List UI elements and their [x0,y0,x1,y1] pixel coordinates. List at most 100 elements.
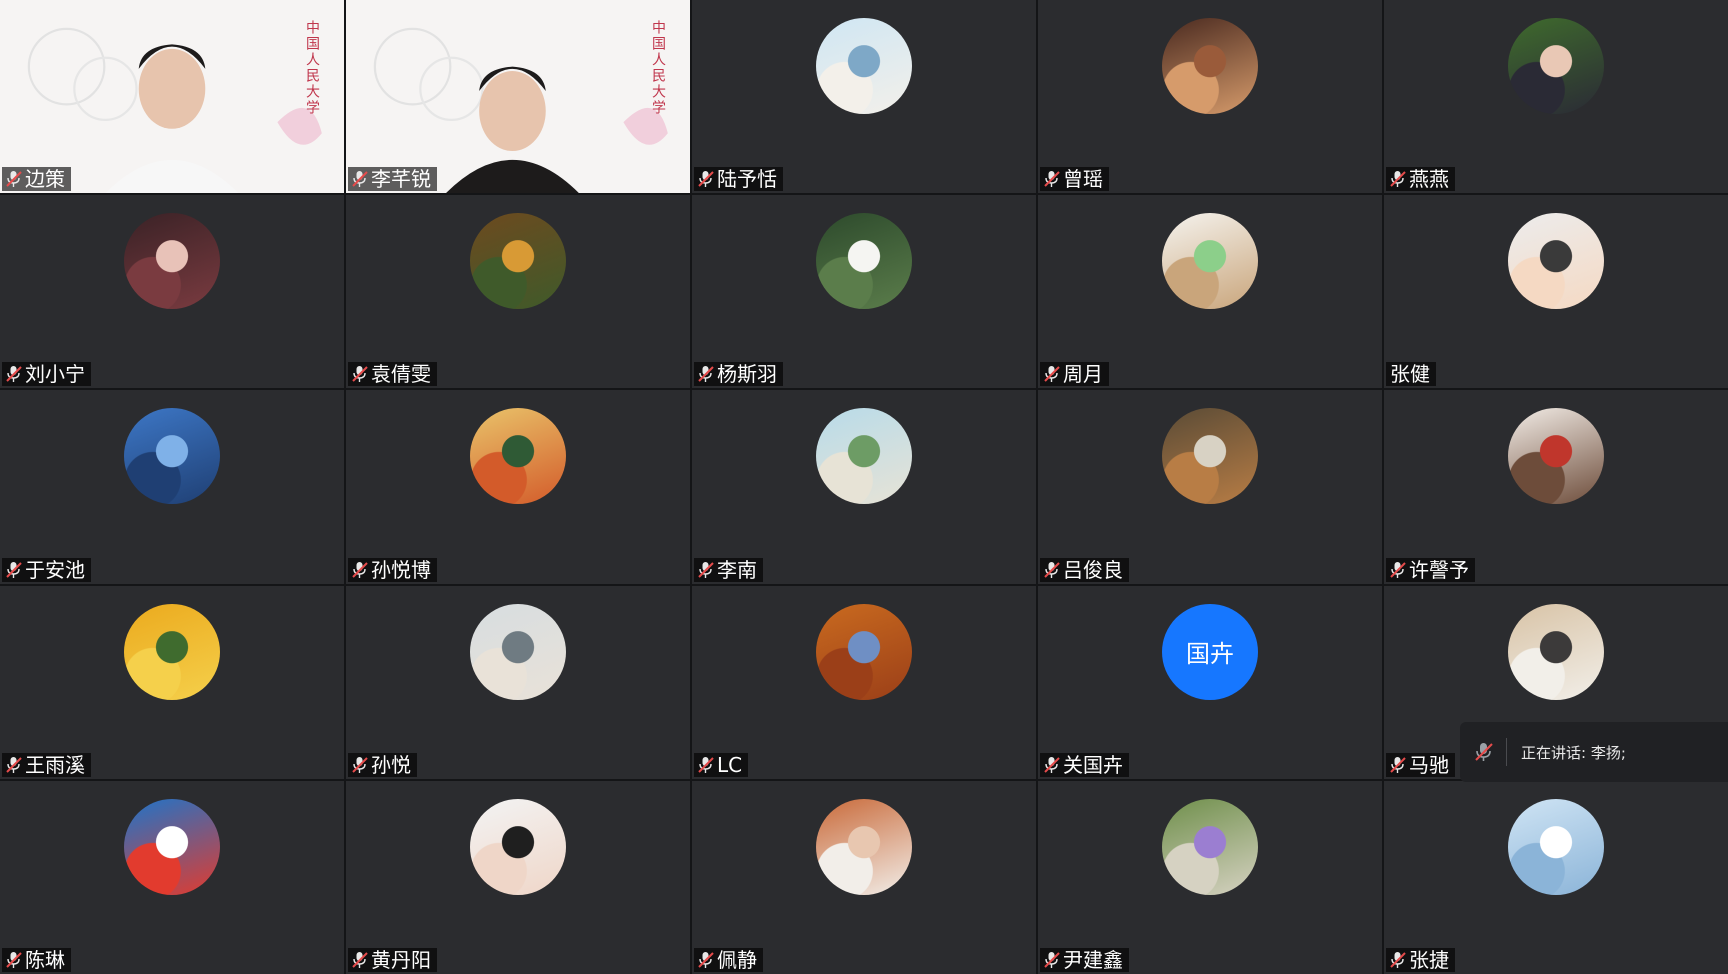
participant-name-label: 周月 [1063,362,1103,387]
participant-name: 吕俊良 [1040,557,1129,582]
participant-tile[interactable]: 许謦予 [1384,390,1728,584]
banner-text: 中国人民大学 [650,20,666,116]
participant-tile[interactable]: 陈琳 [0,780,344,974]
participant-tile[interactable]: 李南 [692,390,1036,584]
participant-name: 孙悦博 [348,557,437,582]
mic-muted-icon [1390,561,1406,578]
participant-tile[interactable]: 孙悦 [346,585,690,779]
participant-tile[interactable]: 张健 [1384,195,1728,389]
mic-muted-icon [1390,756,1406,773]
mic-muted-icon [352,951,368,968]
mic-muted-icon [1044,366,1060,383]
participant-name-label: 杨斯羽 [717,362,777,387]
participant-tile[interactable]: 杨斯羽 [692,195,1036,389]
mic-muted-icon [6,756,22,773]
mic-muted-icon [352,756,368,773]
avatar [470,603,566,700]
participant-tile[interactable]: 孙悦博 [346,390,690,584]
mic-muted-icon [6,951,22,968]
participant-tile[interactable]: 燕燕 [1384,0,1728,194]
avatar [816,18,912,114]
participant-name: 陈琳 [2,947,71,972]
speaking-label: 正在讲话: 李扬; [1521,743,1626,762]
avatar [816,213,912,310]
participant-name: 李芊锐 [348,167,437,192]
participant-name-label: 刘小宁 [25,362,85,387]
participant-name: 关国卉 [1040,752,1129,777]
participant-name-label: 许謦予 [1409,557,1469,582]
participant-tile[interactable]: 黄丹阳 [346,780,690,974]
avatar [1508,408,1604,505]
participant-name: 燕燕 [1386,167,1455,192]
avatar [124,798,220,895]
participant-tile[interactable]: 尹建鑫 [1038,780,1382,974]
mic-muted-icon [698,366,714,383]
mic-muted-icon [1044,171,1060,188]
participant-tile[interactable]: LC [692,585,1036,779]
participant-tile[interactable]: 国卉 关国卉 [1038,585,1382,779]
mic-muted-icon [352,561,368,578]
mic-muted-icon [698,171,714,188]
divider [1506,738,1507,766]
participant-name: 周月 [1040,362,1109,387]
participant-tile[interactable]: 袁倩雯 [346,195,690,389]
avatar [124,408,220,505]
participant-tile[interactable]: 于安池 [0,390,344,584]
mic-muted-icon [698,756,714,773]
participant-name-label: 燕燕 [1409,167,1449,192]
participant-tile[interactable]: 王雨溪 [0,585,344,779]
participant-name: 马驰 [1386,752,1455,777]
avatar [1162,408,1258,505]
avatar [1162,213,1258,310]
avatar [1162,18,1258,114]
participant-tile[interactable]: 张捷 [1384,780,1728,974]
avatar [816,603,912,700]
participant-name-label: 吕俊良 [1063,557,1123,582]
mic-muted-icon [698,561,714,578]
participant-name: 曾瑶 [1040,167,1109,192]
participant-name-label: 张捷 [1409,947,1449,972]
mic-muted-icon [1044,756,1060,773]
participant-name: 陆予恬 [694,167,783,192]
participant-name-label: 李芊锐 [371,167,431,192]
participant-tile[interactable]: 刘小宁 [0,195,344,389]
participant-name-label: 李南 [717,557,757,582]
participant-name-label: 曾瑶 [1063,167,1103,192]
mic-muted-icon [1390,171,1406,188]
participant-name-label: 袁倩雯 [371,362,431,387]
participant-tile[interactable]: 周月 [1038,195,1382,389]
participant-name-label: 佩静 [717,947,757,972]
avatar [1162,798,1258,895]
participant-name: 许謦予 [1386,557,1475,582]
participant-name: 尹建鑫 [1040,947,1129,972]
participant-name-label: LC [717,752,743,777]
participant-name: 于安池 [2,557,91,582]
participant-name-label: 陈琳 [25,947,65,972]
participant-name-label: 马驰 [1409,752,1449,777]
participant-name-label: 于安池 [25,557,85,582]
participant-name: 孙悦 [348,752,417,777]
participant-name-label: 张健 [1390,362,1430,387]
banner-text: 中国人民大学 [304,20,320,116]
avatar [470,213,566,310]
mic-muted-icon [1044,951,1060,968]
avatar [816,798,912,895]
participant-tile[interactable]: 吕俊良 [1038,390,1382,584]
participant-name-label: 尹建鑫 [1063,947,1123,972]
participant-tile[interactable]: 陆予恬 [692,0,1036,194]
participant-tile[interactable]: 佩静 [692,780,1036,974]
speaking-indicator[interactable]: 正在讲话: 李扬; [1460,722,1728,782]
participant-name-label: 边策 [25,167,65,192]
participant-name-label: 陆予恬 [717,167,777,192]
avatar [124,603,220,700]
participant-tile[interactable]: 中国人民大学李芊锐 [346,0,690,194]
participant-tile[interactable]: 曾瑶 [1038,0,1382,194]
avatar [1508,18,1604,114]
mic-muted-icon [698,951,714,968]
participant-name: 杨斯羽 [694,362,783,387]
avatar [1508,213,1604,310]
participant-tile[interactable]: 中国人民大学边策 [0,0,344,194]
participant-grid: 中国人民大学 边策 中国人民大学 李芊锐 陆予恬 曾瑶 燕燕 刘小宁 袁倩雯 杨斯羽 周月 张健 于安池… [0,0,1728,974]
participant-name: 边策 [2,167,71,192]
mic-muted-icon [352,171,368,188]
